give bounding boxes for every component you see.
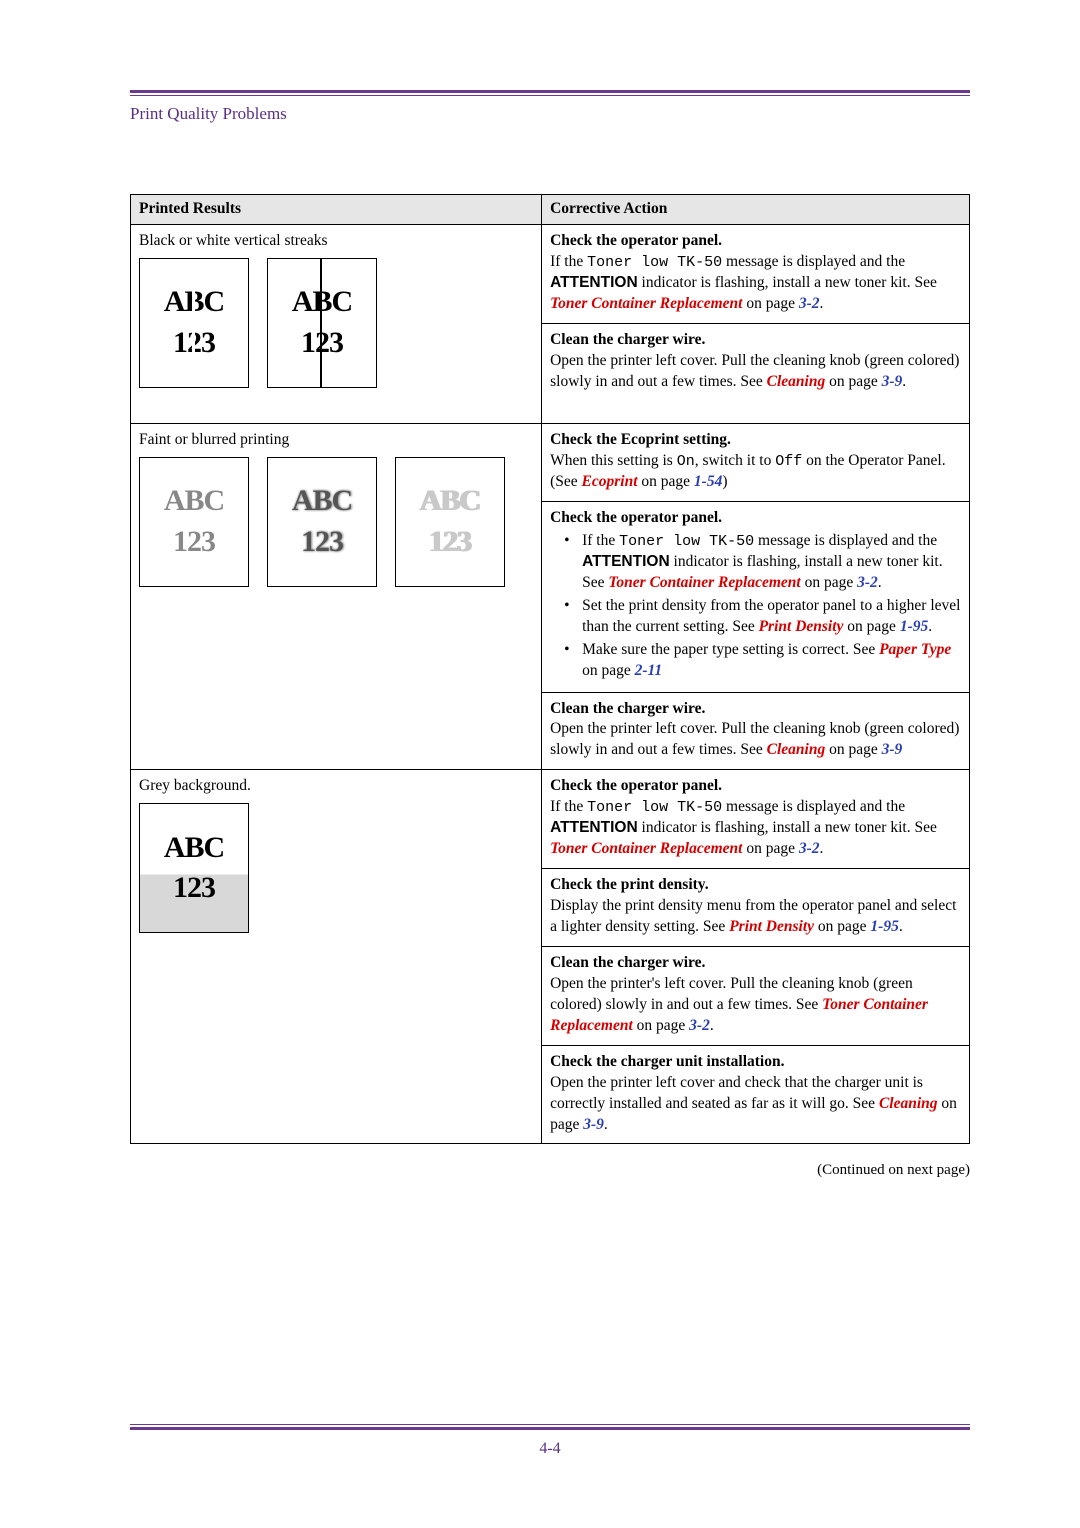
col-header-right: Corrective Action xyxy=(542,195,970,225)
link-page-1-95[interactable]: 1-95 xyxy=(870,918,898,935)
link-page-3-9[interactable]: 3-9 xyxy=(882,741,903,758)
sample-grey-background: ABC 123 xyxy=(139,803,249,933)
list-item: Make sure the paper type setting is corr… xyxy=(564,640,961,682)
link-print-density[interactable]: Print Density xyxy=(759,618,844,635)
row2-caption: Faint or blurred printing xyxy=(139,430,533,451)
problems-table: Printed Results Corrective Action Black … xyxy=(130,194,970,1144)
link-page-3-9[interactable]: 3-9 xyxy=(583,1116,604,1133)
link-page-3-2[interactable]: 3-2 xyxy=(689,1017,710,1034)
row2-printed-results: Faint or blurred printing ABC 123 ABC 12… xyxy=(131,423,542,770)
row1-action1: Check the operator panel. If the Toner l… xyxy=(542,224,970,323)
link-page-2-11[interactable]: 2-11 xyxy=(635,662,663,679)
link-cleaning[interactable]: Cleaning xyxy=(767,741,826,758)
link-print-density[interactable]: Print Density xyxy=(729,918,814,935)
row3-printed-results: Grey background. ABC 123 xyxy=(131,770,542,1144)
sample-outline: ABC 123 xyxy=(395,457,505,587)
row3-caption: Grey background. xyxy=(139,776,533,797)
link-paper-type[interactable]: Paper Type xyxy=(879,641,951,658)
row1-caption: Black or white vertical streaks xyxy=(139,231,533,252)
bottom-rule-thick xyxy=(130,1427,970,1430)
list-item: Set the print density from the operator … xyxy=(564,596,961,638)
row3-action2: Check the print density. Display the pri… xyxy=(542,869,970,947)
row3-action3: Clean the charger wire. Open the printer… xyxy=(542,947,970,1046)
sample-streak-white: ABC 123 xyxy=(139,258,249,388)
sample-faint: ABC 123 xyxy=(139,457,249,587)
link-cleaning[interactable]: Cleaning xyxy=(879,1095,938,1112)
link-page-3-2[interactable]: 3-2 xyxy=(799,840,820,857)
row2-action3: Clean the charger wire. Open the printer… xyxy=(542,692,970,770)
top-rule-thick xyxy=(130,90,970,93)
link-page-3-2[interactable]: 3-2 xyxy=(857,574,878,591)
link-ecoprint[interactable]: Ecoprint xyxy=(582,473,638,490)
row1-action2: Clean the charger wire. Open the printer… xyxy=(542,323,970,423)
list-item: If the Toner low TK-50 message is displa… xyxy=(564,531,961,594)
link-toner-container-replacement[interactable]: Toner Container Replacement xyxy=(550,840,742,857)
row2-action1: Check the Ecoprint setting. When this se… xyxy=(542,423,970,501)
sample-streak-black: ABC 123 xyxy=(267,258,377,388)
link-toner-container-replacement[interactable]: Toner Container Replacement xyxy=(550,295,742,312)
link-toner-container-replacement[interactable]: Toner Container Replacement xyxy=(608,574,800,591)
page-footer: 4-4 xyxy=(130,1424,970,1458)
page-number: 4-4 xyxy=(130,1440,970,1458)
link-page-3-2[interactable]: 3-2 xyxy=(799,295,820,312)
bottom-rule-thin xyxy=(130,1424,970,1425)
section-title: Print Quality Problems xyxy=(130,104,970,124)
link-page-1-95[interactable]: 1-95 xyxy=(900,618,928,635)
sample-blurred: ABC 123 xyxy=(267,457,377,587)
row3-action4: Check the charger unit installation. Ope… xyxy=(542,1045,970,1144)
col-header-left: Printed Results xyxy=(131,195,542,225)
link-page-3-9[interactable]: 3-9 xyxy=(882,373,903,390)
row2-action2: Check the operator panel. If the Toner l… xyxy=(542,501,970,692)
continued-note: (Continued on next page) xyxy=(130,1162,970,1179)
row1-printed-results: Black or white vertical streaks ABC 123 … xyxy=(131,224,542,423)
top-rule-thin xyxy=(130,95,970,96)
link-cleaning[interactable]: Cleaning xyxy=(767,373,826,390)
link-page-1-54[interactable]: 1-54 xyxy=(694,473,722,490)
row3-action1: Check the operator panel. If the Toner l… xyxy=(542,770,970,869)
